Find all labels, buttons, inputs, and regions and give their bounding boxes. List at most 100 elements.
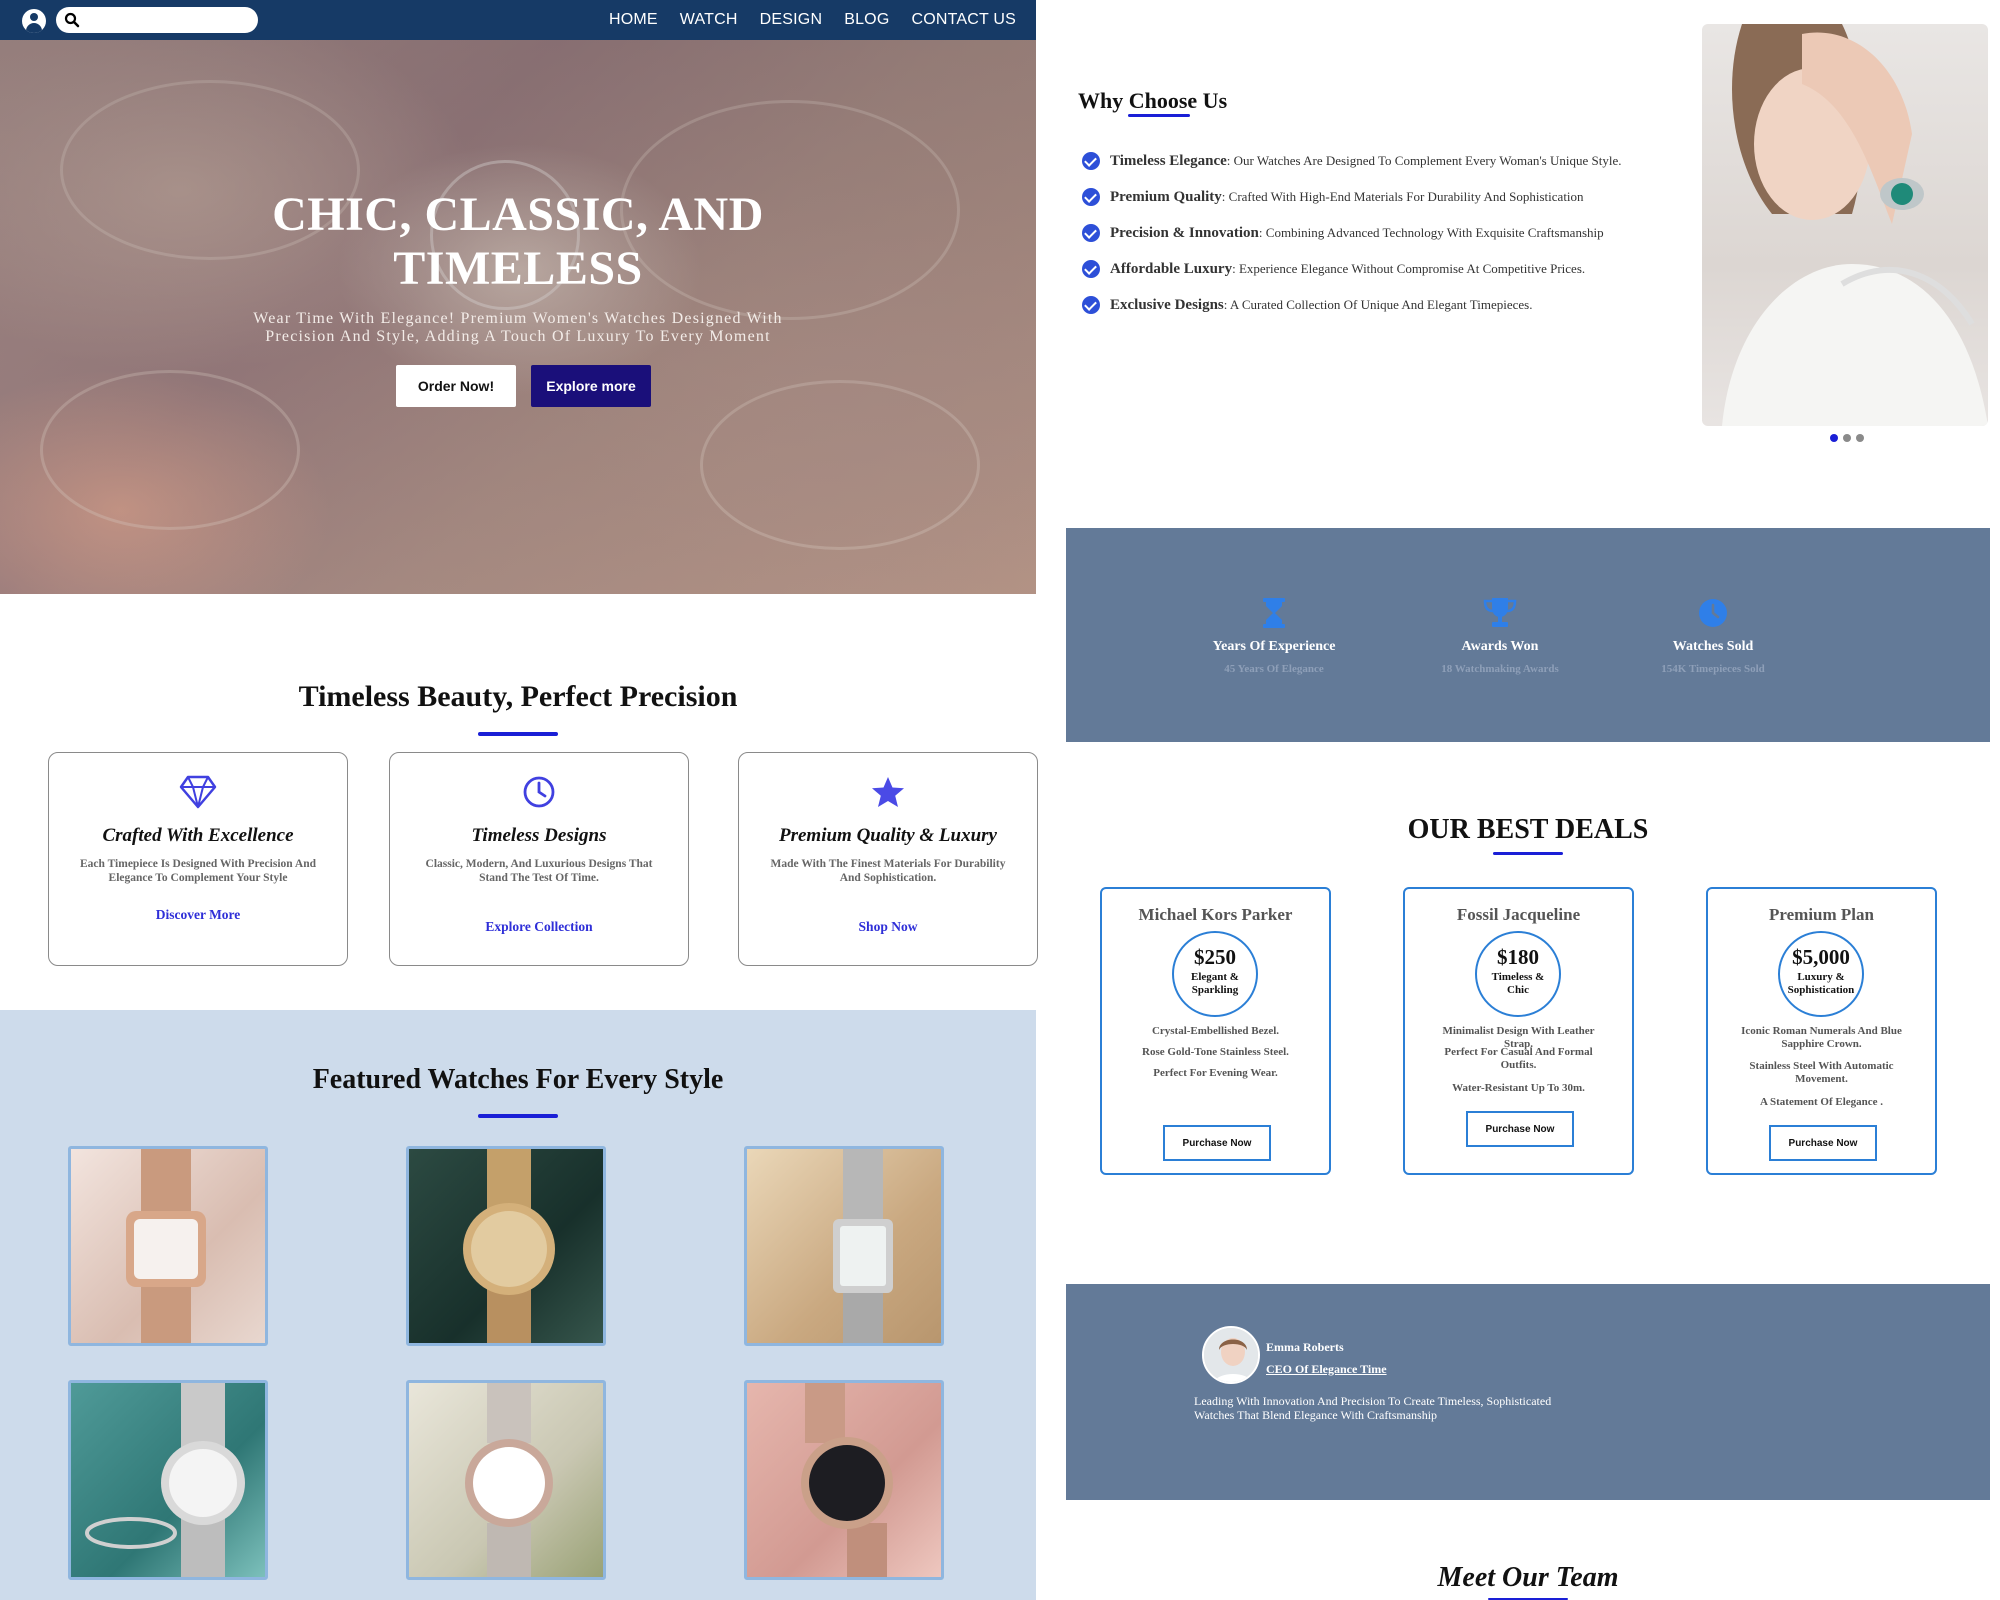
left-page: HOME WATCH DESIGN BLOG CONTACT US CHIC, … — [0, 0, 1038, 1600]
trophy-icon — [1483, 598, 1517, 627]
deal-price: $180 — [1497, 945, 1539, 969]
feature-card-desc: Classic, Modern, And Luxurious Designs T… — [425, 858, 653, 884]
check-circle-icon — [1082, 224, 1100, 242]
watch-graphic — [126, 1149, 206, 1343]
deal-tagline: Timeless & Chic — [1491, 971, 1545, 996]
watch-image-gold-round[interactable] — [406, 1146, 606, 1346]
deal-feature: Stainless Steel With Automatic Movement. — [1749, 1060, 1894, 1085]
why-item-text: : A Curated Collection Of Unique And Ele… — [1223, 297, 1533, 312]
hero-subtitle: Wear Time With Elegance! Premium Women's… — [218, 310, 818, 346]
testimonial-role-link[interactable]: CEO Of Elegance Time — [1266, 1362, 1387, 1377]
watch-image-black-dial[interactable] — [744, 1380, 944, 1580]
carousel-dot[interactable] — [1856, 434, 1864, 442]
why-item-highlight: Precision & Innovation — [1110, 224, 1259, 241]
why-item-highlight: Exclusive Designs — [1110, 296, 1224, 313]
deal-feature: Perfect For Casual And Formal Outfits. — [1444, 1046, 1593, 1071]
testimonial-name: Emma Roberts — [1266, 1340, 1344, 1354]
order-now-button[interactable]: Order Now! — [396, 365, 516, 407]
featured-watches-section: Featured Watches For Every Style — [0, 1010, 1036, 1600]
navbar: HOME WATCH DESIGN BLOG CONTACT US — [0, 0, 1036, 40]
deal-price: $5,000 — [1792, 945, 1850, 969]
stat-label: Years Of Experience — [1212, 639, 1336, 654]
featured-section-title: Featured Watches For Every Style — [312, 1064, 724, 1095]
watch-graphic — [801, 1383, 893, 1577]
carousel-dot[interactable] — [1830, 434, 1838, 442]
stat-label: Watches Sold — [1672, 639, 1754, 654]
watch-graphic — [463, 1149, 555, 1343]
explore-collection-link[interactable]: Explore Collection — [390, 919, 688, 935]
why-item-highlight: Affordable Luxury — [1110, 260, 1233, 277]
nav-home-link[interactable]: HOME — [609, 11, 658, 29]
why-item-text: : Our Watches Are Designed To Complement… — [1226, 153, 1622, 168]
diamond-icon — [179, 775, 217, 809]
testimonial-quote: Leading With Innovation And Precision To… — [1194, 1394, 1552, 1422]
nav-links: HOME WATCH DESIGN BLOG CONTACT US — [609, 0, 1016, 40]
check-circle-icon — [1082, 152, 1100, 170]
hero-title-line1: CHIC, CLASSIC, AND — [272, 188, 764, 241]
beauty-title-underline — [478, 732, 558, 736]
hero-subtitle-line2: Precision And Style, Adding A Touch Of L… — [265, 328, 771, 345]
clock-icon — [1699, 599, 1727, 627]
deal-price-badge: $250 Elegant & Sparkling — [1172, 931, 1258, 1017]
stat-watches-sold: Watches Sold 154K Timepieces Sold — [1613, 598, 1813, 675]
model-portrait-image — [1702, 24, 1988, 426]
purchase-now-button[interactable]: Purchase Now — [1769, 1125, 1877, 1161]
beauty-section-title: Timeless Beauty, Perfect Precision — [298, 680, 738, 713]
avatar — [1202, 1326, 1260, 1384]
why-item: Premium Quality : Crafted With High-End … — [1082, 186, 1584, 208]
why-item: Exclusive Designs: A Curated Collection … — [1082, 294, 1532, 316]
featured-title-underline — [478, 1114, 558, 1118]
deal-name: Fossil Jacqueline — [1456, 905, 1581, 924]
deal-price-badge: $5,000 Luxury & Sophistication — [1778, 931, 1864, 1017]
deal-card-premium-plan: Premium Plan $5,000 Luxury & Sophisticat… — [1706, 887, 1937, 1175]
search-input[interactable] — [56, 7, 258, 33]
hero-subtitle-line1: Wear Time With Elegance! Premium Women's… — [253, 310, 783, 327]
nav-watch-link[interactable]: WATCH — [680, 11, 738, 29]
shop-now-link[interactable]: Shop Now — [739, 919, 1037, 935]
feature-card-designs: Timeless Designs Classic, Modern, And Lu… — [389, 752, 689, 966]
deal-feature: Crystal-Embellished Bezel. — [1151, 1025, 1280, 1037]
why-title-underline — [1128, 114, 1190, 117]
purchase-now-button[interactable]: Purchase Now — [1163, 1125, 1271, 1161]
carousel-dots — [1830, 434, 1864, 442]
discover-more-link[interactable]: Discover More — [49, 907, 347, 923]
feature-card-desc: Each Timepiece Is Designed With Precisio… — [80, 858, 316, 884]
stat-value: 45 Years Of Elegance — [1224, 663, 1324, 675]
deal-tagline: Elegant & Sparkling — [1191, 971, 1239, 996]
watch-image-silver-mesh[interactable] — [68, 1380, 268, 1580]
why-item-text: : Crafted With High-End Materials For Du… — [1221, 189, 1584, 204]
feature-card-quality: Premium Quality & Luxury Made With The F… — [738, 752, 1038, 966]
watch-image-rose-square[interactable] — [68, 1146, 268, 1346]
watch-graphic — [833, 1149, 893, 1343]
feature-card-title: Premium Quality & Luxury — [779, 825, 997, 846]
deals-section-title: OUR BEST DEALS — [1407, 814, 1649, 845]
team-section-title: Meet Our Team — [1437, 1562, 1619, 1593]
nav-contact-link[interactable]: CONTACT US — [911, 11, 1016, 29]
deal-card-michael-kors: Michael Kors Parker $250 Elegant & Spark… — [1100, 887, 1331, 1175]
deal-feature: Perfect For Evening Wear. — [1153, 1067, 1278, 1079]
hourglass-icon — [1263, 598, 1285, 628]
stats-section: Years Of Experience 45 Years Of Elegance… — [1066, 528, 1990, 742]
user-account-icon[interactable] — [22, 9, 46, 33]
hero-banner: CHIC, CLASSIC, AND TIMELESS Wear Time Wi… — [0, 40, 1036, 594]
portrait-graphic — [1722, 24, 1988, 426]
explore-more-button[interactable]: Explore more — [531, 365, 651, 407]
testimonial-section: Emma Roberts CEO Of Elegance Time Leadin… — [1066, 1284, 1990, 1500]
carousel-dot[interactable] — [1843, 434, 1851, 442]
stat-experience: Years Of Experience 45 Years Of Elegance — [1174, 598, 1374, 675]
purchase-now-button[interactable]: Purchase Now — [1466, 1111, 1574, 1147]
star-icon — [872, 777, 904, 807]
why-item-text: : Experience Elegance Without Compromise… — [1232, 261, 1586, 276]
watch-image-silver-rect[interactable] — [744, 1146, 944, 1346]
deal-feature: A Statement Of Elegance . — [1759, 1096, 1884, 1108]
nav-blog-link[interactable]: BLOG — [844, 11, 889, 29]
feature-card-title: Timeless Designs — [471, 825, 607, 846]
deal-feature: Rose Gold-Tone Stainless Steel. — [1142, 1046, 1289, 1058]
feature-card-crafted: Crafted With Excellence Each Timepiece I… — [48, 752, 348, 966]
check-circle-icon — [1082, 260, 1100, 278]
stat-awards: Awards Won 18 Watchmaking Awards — [1400, 598, 1600, 675]
watch-image-bracelet[interactable] — [406, 1380, 606, 1580]
why-item-highlight: Timeless Elegance — [1110, 152, 1227, 169]
watch-graphic — [465, 1383, 553, 1577]
nav-design-link[interactable]: DESIGN — [760, 11, 823, 29]
